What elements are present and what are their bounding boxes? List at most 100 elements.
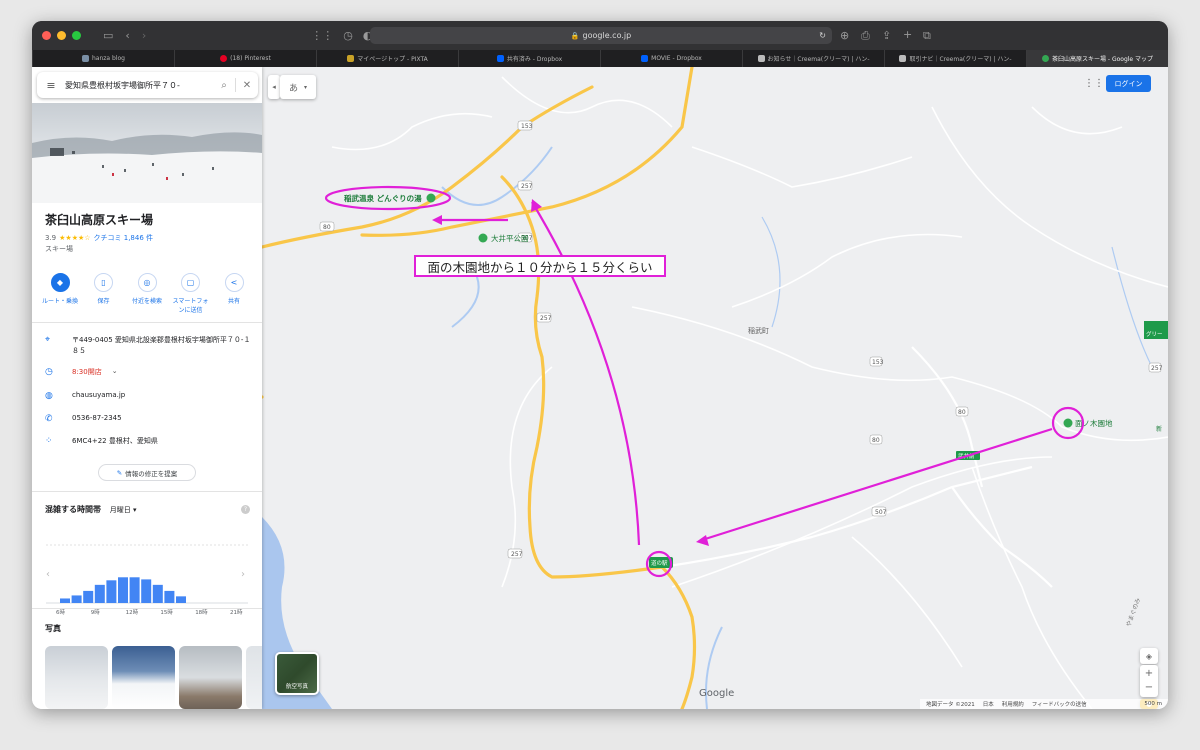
share-icon[interactable]: ⇪	[882, 29, 891, 42]
grid-icon[interactable]: ⋮⋮	[311, 29, 333, 42]
photo-thumbnail[interactable]	[179, 646, 242, 709]
save-button[interactable]: ▯ 保存	[84, 273, 124, 314]
zoom-out-button[interactable]: −	[1145, 681, 1153, 695]
tab-favicon-icon	[220, 55, 228, 62]
chart-bar	[141, 579, 152, 603]
tab-overview-icon[interactable]: ⧉	[923, 29, 931, 43]
phone-row[interactable]: ✆ 0536-87-2345	[45, 414, 255, 424]
action-label: 保存	[97, 298, 110, 305]
rating-value: 3.9	[45, 234, 57, 242]
back-icon[interactable]: ‹	[125, 29, 129, 42]
tab-6[interactable]: お知らせ｜Creema(クリーマ) | ハン-	[742, 50, 884, 67]
reload-icon[interactable]: ↻	[819, 31, 826, 40]
directions-button[interactable]: ◆ ルート・乗換	[40, 273, 80, 314]
photo-thumbnail[interactable]	[246, 646, 262, 709]
info-icon[interactable]: ?	[241, 505, 250, 514]
send-to-phone-button[interactable]: ▢ スマートフォンに送信	[171, 273, 211, 314]
new-tab-icon[interactable]: +	[903, 28, 912, 41]
hours-row[interactable]: ◷ 8:30開店 ⌄	[45, 367, 255, 377]
forward-icon[interactable]: ›	[142, 29, 146, 42]
hero-photo[interactable]	[32, 103, 262, 203]
share-button[interactable]: < 共有	[214, 273, 254, 314]
aerial-label: 航空写真	[285, 684, 308, 690]
terms-link[interactable]: 利用規約	[1002, 700, 1024, 708]
place-title: 茶臼山高原スキー場	[45, 213, 154, 227]
zoom-controls: + −	[1140, 665, 1158, 697]
chart-bar	[118, 577, 128, 603]
svg-text:大井平公園: 大井平公園	[491, 233, 529, 243]
tab-favicon-icon	[82, 55, 89, 62]
chart-hour-label: 6時	[56, 608, 65, 616]
tab-4[interactable]: 共有済み - Dropbox	[458, 50, 600, 67]
tab-label: (18) Pinterest	[230, 55, 271, 62]
location-pin-icon: ⌖	[45, 335, 51, 345]
address-bar[interactable]: 🔒 google.co.jp ↻	[370, 27, 832, 44]
nearby-button[interactable]: ◎ 付近を検索	[127, 273, 167, 314]
map-data-credit: 地図データ ©2021	[926, 702, 975, 708]
url-text: google.co.jp	[582, 31, 632, 40]
clear-search-icon[interactable]: ✕	[236, 80, 258, 91]
scale-label: 500 m	[1144, 701, 1162, 707]
edge-label: 新	[1156, 425, 1162, 433]
website-link[interactable]: chausuyama.jp	[72, 391, 125, 401]
star-rating-icon: ★★★★☆	[59, 234, 91, 242]
directions-icon: ◆	[50, 273, 70, 292]
sidebar-toggle-icon[interactable]: ▭	[103, 29, 113, 42]
reviews-link[interactable]: クチコミ 1,846 件	[94, 233, 154, 243]
green-poi: グリー	[1144, 321, 1168, 339]
website-row[interactable]: ◍ chausuyama.jp	[45, 391, 255, 401]
suggest-edit-button[interactable]: ✎ 情報の修正を提案	[98, 464, 196, 481]
search-icon[interactable]: ⌕	[213, 80, 235, 91]
photo-thumbnail[interactable]	[112, 646, 175, 709]
collapse-panel-button[interactable]: ◂	[268, 75, 280, 99]
tab-1[interactable]: hanza blog	[32, 50, 174, 67]
day-selector[interactable]: 月曜日 ▾	[110, 506, 137, 514]
day-label: 月曜日	[109, 506, 131, 514]
place-category: スキー場	[45, 245, 73, 253]
divider	[32, 608, 262, 609]
window-controls	[42, 31, 81, 40]
chart-prev-arrow-icon[interactable]: ‹	[46, 569, 50, 580]
aerial-view-toggle[interactable]: 航空写真	[275, 652, 319, 695]
chart-bar	[152, 584, 163, 603]
zoom-in-button[interactable]: +	[1145, 667, 1153, 681]
zoom-window-button[interactable]	[72, 31, 81, 40]
chevron-down-icon[interactable]: ⌄	[112, 367, 118, 377]
tab-5[interactable]: MOVIE - Dropbox	[600, 50, 742, 67]
chart-hour-label: 15時	[160, 608, 173, 616]
tab-favicon-icon	[641, 55, 649, 62]
login-button[interactable]: ログイン	[1106, 75, 1151, 92]
menu-icon[interactable]: ≡	[37, 79, 65, 92]
print-icon[interactable]: ⎙	[861, 29, 870, 43]
my-location-icon[interactable]: ◈	[1140, 648, 1158, 664]
ime-toggle-button[interactable]: あ ▾	[280, 75, 316, 99]
plus-code-row[interactable]: ⁘ 6MC4+22 豊根村、愛知県	[45, 436, 255, 446]
tab-8-active[interactable]: 茶臼山高原スキー場 - Google マップ	[1026, 50, 1168, 67]
phone-icon: ▢	[181, 273, 200, 292]
chart-bar	[129, 577, 140, 603]
feedback-link[interactable]: フィードバックの送信	[1032, 700, 1087, 708]
svg-text:257: 257	[1151, 365, 1163, 372]
nearby-icon: ◎	[137, 273, 157, 292]
tab-7[interactable]: 取引ナビ｜Creema(クリーマ) | ハン-	[884, 50, 1026, 67]
search-input[interactable]: 愛知県豊根村坂宇場御所平７０-	[65, 80, 213, 91]
tab-3[interactable]: マイページトップ - PIXTA	[316, 50, 458, 67]
chart-next-arrow-icon[interactable]: ›	[241, 569, 245, 580]
divider	[32, 491, 262, 492]
close-window-button[interactable]	[42, 31, 51, 40]
tab-favicon-icon	[347, 55, 355, 62]
clock-icon: ◷	[45, 367, 53, 377]
address-row[interactable]: ⌖ 〒449-0405 愛知県北設楽郡豊根村坂宇場御所平７０-１８５	[45, 335, 255, 357]
svg-text:257: 257	[521, 183, 533, 190]
chart-bar	[106, 580, 117, 603]
ski-slope-image	[32, 132, 262, 203]
history-icon[interactable]: ◷	[343, 29, 353, 42]
tab-label: 取引ナビ｜Creema(クリーマ) | ハン-	[909, 56, 1012, 63]
tab-favicon-icon	[899, 55, 907, 62]
action-label: スマートフォンに送信	[172, 298, 209, 314]
region-link[interactable]: 日本	[983, 700, 994, 708]
photo-thumbnail[interactable]	[45, 646, 108, 709]
tab-2[interactable]: (18) Pinterest	[174, 50, 316, 67]
download-icon[interactable]: ⊕	[840, 29, 849, 42]
minimize-window-button[interactable]	[57, 31, 66, 40]
